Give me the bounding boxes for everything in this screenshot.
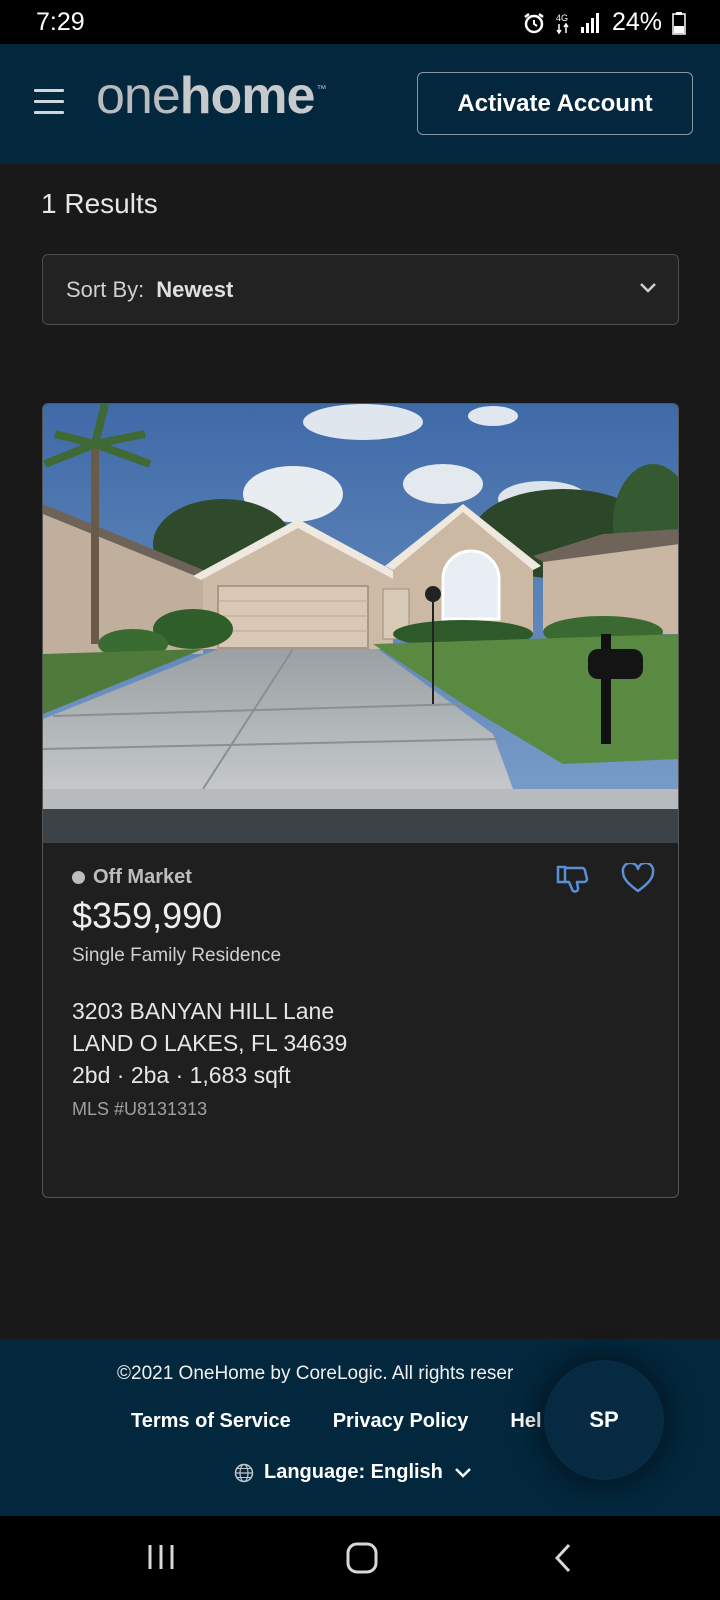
sort-value: Newest <box>156 276 234 302</box>
sort-label: Sort By: <box>66 276 145 302</box>
chevron-down-icon <box>455 1467 471 1478</box>
mls-number: MLS #U8131313 <box>72 1099 208 1119</box>
listing-card[interactable]: Off Market $359,990 Single Family Reside… <box>42 403 679 1198</box>
language-selector[interactable]: Language: English <box>234 1461 473 1484</box>
onehome-logo[interactable]: onehome ™ <box>96 66 326 126</box>
language-label: Language: English <box>264 1461 443 1483</box>
address-line1: 3203 BANYAN HILL Lane <box>72 998 335 1024</box>
menu-icon[interactable] <box>34 89 64 115</box>
app-header: onehome ™ Activate Account <box>0 44 720 164</box>
privacy-policy-link[interactable]: Privacy Policy <box>333 1410 469 1433</box>
status-bar: 7:29 4G 24% <box>0 0 720 44</box>
status-dot-icon <box>72 871 85 884</box>
home-icon[interactable] <box>345 1542 379 1574</box>
battery-percent: 24% <box>611 8 662 36</box>
chevron-down-icon <box>640 283 656 293</box>
address-line2: LAND O LAKES, FL 34639 <box>72 1030 348 1056</box>
status-icons: 4G 24% <box>522 8 686 37</box>
footer-links: Terms of Service Privacy Policy Hel <box>131 1410 584 1433</box>
alarm-icon <box>524 12 544 33</box>
system-nav-bar <box>0 1516 720 1600</box>
thumbs-down-icon[interactable] <box>556 864 592 896</box>
battery-icon <box>672 11 686 35</box>
back-icon[interactable] <box>552 1542 574 1574</box>
status-time: 7:29 <box>36 8 85 36</box>
signal-icon <box>580 12 599 33</box>
property-type: Single Family Residence <box>72 945 282 966</box>
help-link[interactable]: Hel <box>510 1410 541 1433</box>
terms-of-service-link[interactable]: Terms of Service <box>131 1410 291 1433</box>
property-photo[interactable] <box>43 404 679 843</box>
4g-data-icon: 4G <box>556 13 569 34</box>
heart-icon[interactable] <box>621 863 655 895</box>
sort-dropdown[interactable]: Sort By: Newest <box>42 254 679 325</box>
recent-apps-icon[interactable] <box>146 1542 176 1572</box>
listing-price: $359,990 <box>72 895 223 936</box>
chat-avatar-button[interactable]: SP <box>544 1360 664 1480</box>
globe-icon <box>234 1463 254 1482</box>
svg-text:4G: 4G <box>556 13 568 23</box>
listing-status: Off Market <box>72 866 347 889</box>
property-specs: 2bd · 2ba · 1,683 sqft <box>72 1062 291 1088</box>
results-count: 1 Results <box>41 188 158 219</box>
listing-info: Off Market $359,990 Single Family Reside… <box>72 866 347 1120</box>
copyright-text: ©2021 OneHome by CoreLogic. All rights r… <box>117 1363 514 1384</box>
activate-account-button[interactable]: Activate Account <box>417 72 693 135</box>
status-text: Off Market <box>93 866 192 888</box>
